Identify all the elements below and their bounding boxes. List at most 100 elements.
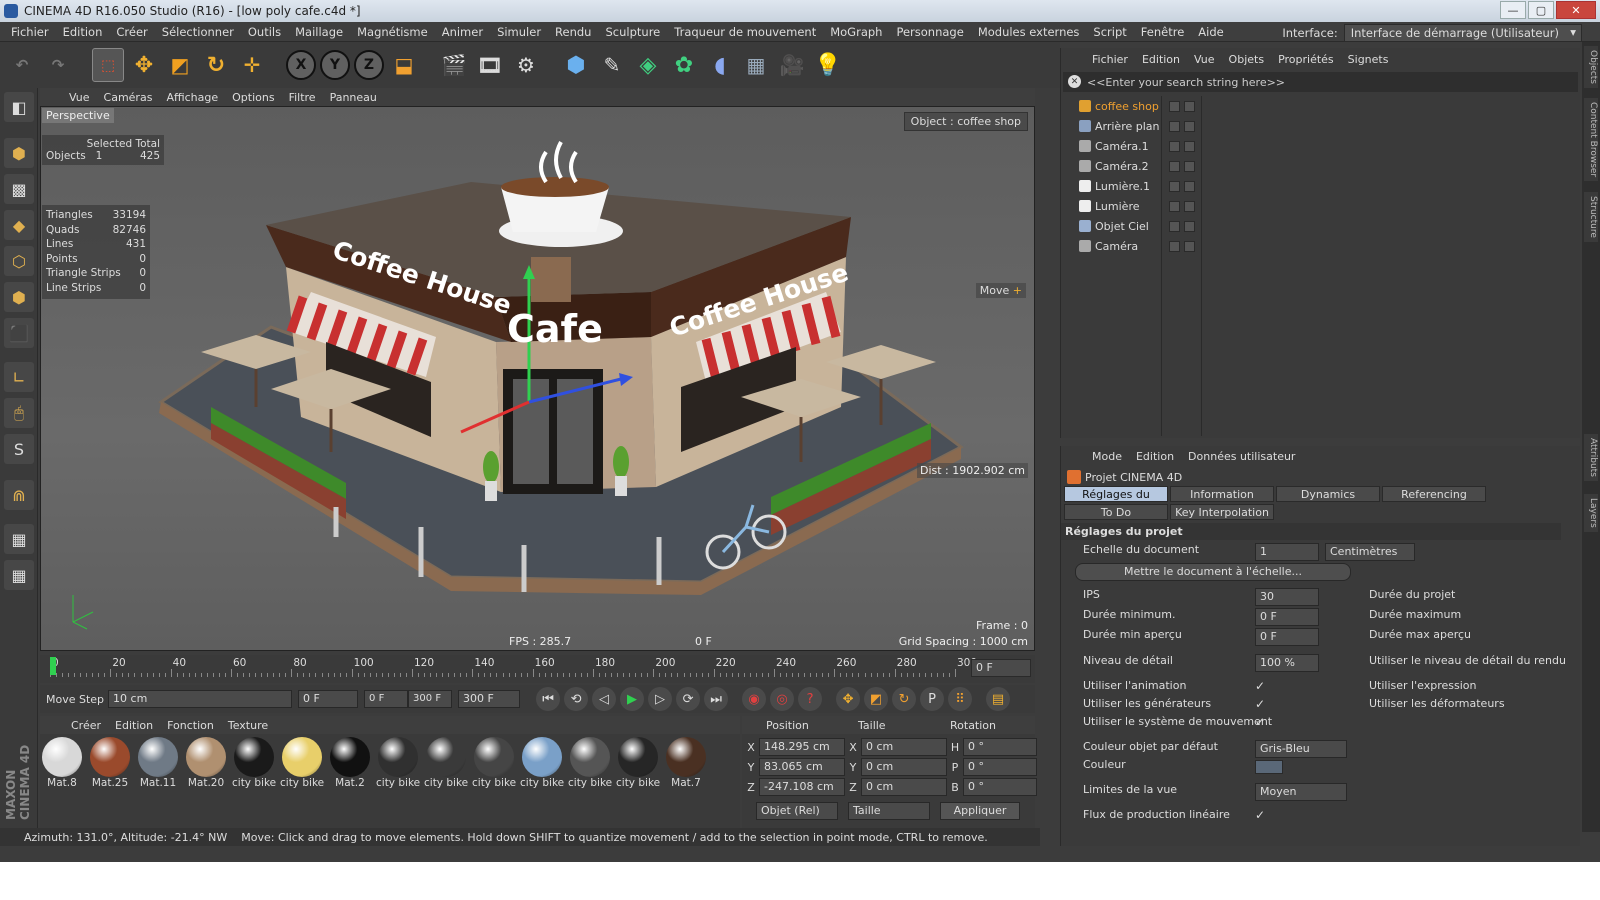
material-swatch[interactable]: Mat.11 [136,736,180,789]
range-end-field[interactable]: 300 F [408,690,453,708]
redo-icon[interactable]: ↷ [42,48,74,82]
material-swatch[interactable]: Mat.8 [40,736,84,789]
material-swatch[interactable]: city bike [376,736,420,789]
side-tab[interactable]: Objects [1584,46,1598,89]
clear-search-icon[interactable]: ✕ [1068,75,1081,88]
rotation-field[interactable]: 0 ° [963,738,1037,756]
key-parameter-icon[interactable]: P [920,687,945,711]
rotation-field[interactable]: 0 ° [963,758,1037,776]
close-button[interactable]: ✕ [1556,1,1596,19]
autokey-icon[interactable]: ◎ [770,687,795,711]
axis-mode-icon[interactable]: ∟ [4,362,34,392]
render-visibility-toggle[interactable] [1184,180,1195,192]
texture-mode-icon[interactable]: ▩ [4,174,34,204]
size-field[interactable]: 0 cm [861,738,947,756]
object-row[interactable]: Objet Ciel [1061,216,1581,236]
move-icon[interactable]: ✥ [128,48,160,82]
coordinate-system-icon[interactable]: ⬓ [388,48,420,82]
object-name[interactable]: Lumière [1095,200,1140,213]
viewport-menu-item[interactable]: Panneau [323,91,384,104]
record-active-icon[interactable]: ◉ [742,687,767,711]
side-tab[interactable]: Layers [1584,494,1598,532]
material-preview-ball[interactable] [570,737,610,777]
menu-item-14[interactable]: Modules externes [971,25,1087,39]
object-menu-item[interactable]: Edition [1135,53,1187,66]
go-to-start-icon[interactable]: ⏮ [536,687,561,711]
editor-visibility-toggle[interactable] [1169,240,1180,252]
editor-visibility-toggle[interactable] [1169,220,1180,232]
object-row[interactable]: Caméra [1061,236,1581,256]
object-row[interactable]: Lumière.1 [1061,176,1581,196]
side-tab[interactable]: Attributs [1584,434,1598,481]
use-generators-checkbox[interactable]: ✓ [1255,697,1265,711]
end-frame-field[interactable]: 300 F [458,690,521,708]
camera-icon[interactable]: 🎥 [776,48,808,82]
attribute-menu-item[interactable]: Edition [1129,450,1181,463]
attribute-menu-item[interactable]: Données utilisateur [1181,450,1302,463]
previous-key-icon[interactable]: ⟲ [564,687,589,711]
menu-item-4[interactable]: Outils [241,25,288,39]
object-name[interactable]: Caméra.2 [1095,160,1149,173]
material-swatch[interactable]: city bike [424,736,468,789]
position-field[interactable]: 83.065 cm [759,758,845,776]
attribute-tab[interactable]: Information [1170,486,1274,502]
material-swatch[interactable]: Mat.25 [88,736,132,789]
material-preview-ball[interactable] [42,737,82,777]
material-swatch[interactable]: city bike [616,736,660,789]
deformer-icon[interactable]: ◖ [704,48,736,82]
material-preview-ball[interactable] [522,737,562,777]
material-swatch[interactable]: city bike [472,736,516,789]
cube-icon[interactable]: ⬢ [560,48,592,82]
timeline-window-icon[interactable]: ▤ [986,687,1011,711]
render-visibility-toggle[interactable] [1184,160,1195,172]
menu-item-7[interactable]: Animer [435,25,490,39]
object-row[interactable]: Caméra.1 [1061,136,1581,156]
object-menu-item[interactable]: Propriétés [1271,53,1341,66]
subdivision-icon[interactable]: ◈ [632,48,664,82]
polygons-mode-icon[interactable]: ⬛ [4,318,34,348]
attribute-menu-item[interactable]: Mode [1085,450,1129,463]
render-visibility-toggle[interactable] [1184,100,1195,112]
workplane-mode-icon[interactable]: ◆ [4,210,34,240]
material-preview-ball[interactable] [378,737,418,777]
make-editable-icon[interactable]: ◧ [4,92,34,122]
side-tab[interactable]: Content Browser [1584,98,1598,182]
object-menu-item[interactable]: Signets [1341,53,1396,66]
menu-item-17[interactable]: Aide [1191,25,1230,39]
material-swatch[interactable]: city bike [280,736,324,789]
menu-item-15[interactable]: Script [1086,25,1133,39]
material-preview-ball[interactable] [234,737,274,777]
viewport-menu-item[interactable]: Caméras [97,91,160,104]
viewport-menu-item[interactable]: Options [225,91,281,104]
range-start-field[interactable]: 0 F [364,690,409,708]
edges-mode-icon[interactable]: ⬢ [4,282,34,312]
size-field[interactable]: 0 cm [861,778,947,796]
object-name[interactable]: Caméra [1095,240,1138,253]
viewport-menu-item[interactable]: Filtre [282,91,323,104]
color-swatch[interactable] [1255,760,1283,774]
object-row[interactable]: Arrière plan [1061,116,1581,136]
menu-item-5[interactable]: Maillage [288,25,350,39]
workplane-lock-icon[interactable]: ▦ [4,524,34,554]
menu-item-2[interactable]: Créer [109,25,154,39]
render-visibility-toggle[interactable] [1184,240,1195,252]
next-key-icon[interactable]: ⟳ [676,687,701,711]
viewport-menu-item[interactable]: Vue [62,91,97,104]
magnet-icon[interactable]: ⋒ [4,480,34,510]
key-pla-icon[interactable]: ⠿ [948,687,973,711]
material-menu-item[interactable]: Edition [108,719,160,732]
material-menu-item[interactable]: Texture [221,719,275,732]
undo-icon[interactable]: ↶ [6,48,38,82]
viewport-menu-item[interactable]: Affichage [159,91,225,104]
use-motion-system-checkbox[interactable]: ✓ [1255,715,1265,729]
render-visibility-toggle[interactable] [1184,120,1195,132]
y-axis-lock[interactable]: Y [320,50,350,80]
current-frame-field[interactable]: 0 F [971,659,1031,677]
live-selection-icon[interactable]: ⬚ [92,48,124,82]
workplane-axis-icon[interactable]: ▦ [4,560,34,590]
object-row[interactable]: Caméra.2 [1061,156,1581,176]
editor-visibility-toggle[interactable] [1169,160,1180,172]
key-rotation-icon[interactable]: ↻ [892,687,917,711]
material-preview-ball[interactable] [330,737,370,777]
coord-size-mode-dropdown[interactable]: Taille [848,802,930,820]
